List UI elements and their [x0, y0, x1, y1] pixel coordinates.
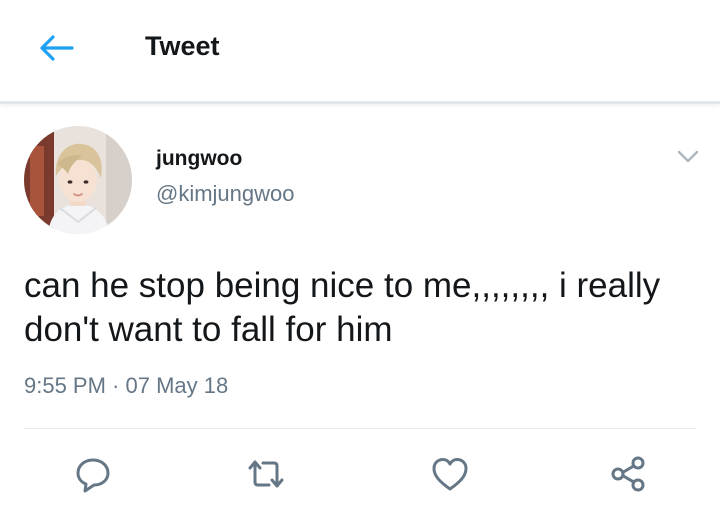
- share-button[interactable]: [604, 450, 652, 498]
- author-handle[interactable]: @kimjungwoo: [156, 181, 295, 207]
- tweet-options-button[interactable]: [672, 144, 704, 170]
- back-button[interactable]: [34, 26, 78, 70]
- tweet-timestamp: 9:55 PM · 07 May 18: [24, 373, 229, 398]
- reply-button[interactable]: [69, 450, 117, 498]
- arrow-left-icon: [40, 35, 74, 61]
- reply-icon: [76, 458, 110, 493]
- retweet-icon: [248, 460, 284, 488]
- chevron-down-icon: [677, 150, 699, 163]
- heart-icon: [432, 458, 468, 491]
- like-button[interactable]: [426, 450, 474, 498]
- profile-photo: [24, 126, 132, 234]
- tweet-text: can he stop being nice to me,,,,,,,, i r…: [24, 266, 661, 349]
- share-icon: [611, 456, 645, 492]
- retweet-button[interactable]: [242, 450, 290, 498]
- top-bar: Tweet: [0, 0, 720, 104]
- page-title: Tweet: [145, 31, 220, 61]
- author-display-name[interactable]: jungwoo: [156, 146, 242, 172]
- avatar[interactable]: [24, 126, 132, 234]
- divider: [24, 428, 696, 429]
